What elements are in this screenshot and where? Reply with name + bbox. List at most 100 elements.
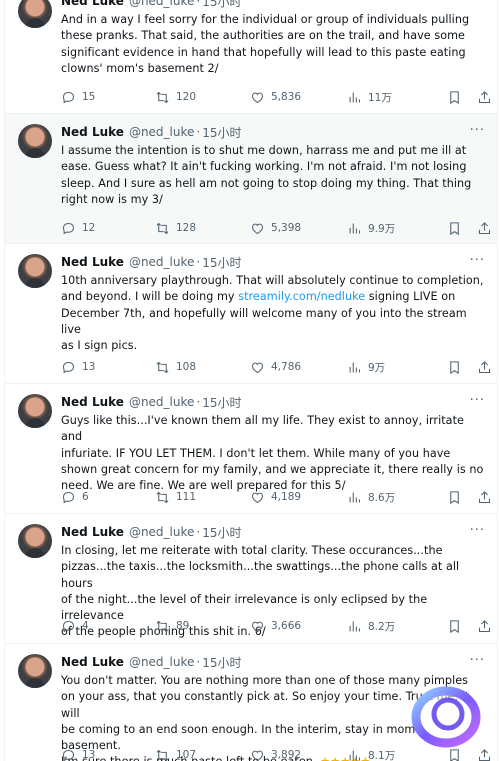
views-button[interactable]: 11万: [347, 90, 447, 105]
author-handle[interactable]: @ned_luke: [129, 255, 194, 269]
timestamp[interactable]: 15小时: [202, 0, 241, 10]
tweet-actions: 12 128 5,398 9.9万: [61, 219, 493, 237]
avatar[interactable]: [18, 124, 52, 158]
tweet-header: Ned Luke @ned_luke · 15小时: [61, 393, 242, 411]
author-handle[interactable]: @ned_luke: [129, 525, 194, 539]
timestamp[interactable]: 15小时: [202, 254, 241, 271]
views-button[interactable]: 8.2万: [347, 619, 447, 634]
bookmark-button[interactable]: [447, 619, 477, 634]
author-name[interactable]: Ned Luke: [61, 255, 124, 269]
more-icon[interactable]: ···: [470, 523, 485, 538]
heart-icon: [251, 362, 264, 373]
avatar[interactable]: [18, 524, 52, 558]
tweet[interactable]: Ned Luke @ned_luke · 15小时 ··· I assume t…: [5, 114, 497, 244]
author-handle[interactable]: @ned_luke: [129, 0, 194, 8]
reply-button[interactable]: 4: [61, 619, 155, 634]
like-button[interactable]: 3,666: [250, 619, 347, 634]
like-button[interactable]: 3,892: [250, 748, 347, 761]
author-name[interactable]: Ned Luke: [61, 0, 124, 8]
reply-button[interactable]: 13: [61, 748, 155, 761]
reply-button[interactable]: 6: [61, 490, 155, 505]
reply-icon: [62, 749, 75, 761]
more-icon[interactable]: ···: [470, 253, 485, 268]
timestamp[interactable]: 15小时: [202, 524, 241, 541]
bookmark-button[interactable]: [447, 360, 477, 375]
avatar[interactable]: [18, 0, 52, 28]
retweet-button[interactable]: 128: [155, 221, 250, 236]
share-button[interactable]: [477, 490, 493, 505]
avatar[interactable]: [18, 394, 52, 428]
author-name[interactable]: Ned Luke: [61, 525, 124, 539]
views-icon: [349, 750, 361, 760]
tweet[interactable]: Ned Luke @ned_luke · 15小时 ··· And in a w…: [5, 0, 497, 114]
author-handle[interactable]: @ned_luke: [129, 655, 194, 669]
author-name[interactable]: Ned Luke: [61, 125, 124, 139]
share-icon: [478, 221, 491, 234]
streamily-link[interactable]: streamily.com/nedluke: [238, 290, 365, 303]
reply-button[interactable]: 15: [61, 90, 155, 105]
share-icon: [478, 490, 491, 503]
heart-icon: [251, 750, 264, 761]
tweet-header: Ned Luke @ned_luke · 15小时: [61, 653, 242, 671]
floating-logo-icon[interactable]: [404, 683, 486, 751]
like-count: 5,398: [271, 222, 302, 234]
tweet[interactable]: Ned Luke @ned_luke · 15小时 ··· In closing…: [5, 514, 497, 644]
share-button[interactable]: [477, 90, 493, 105]
separator-dot: ·: [196, 0, 201, 8]
views-button[interactable]: 8.6万: [347, 490, 447, 505]
views-icon: [349, 92, 361, 102]
author-name[interactable]: Ned Luke: [61, 655, 124, 669]
timeline-feed: Ned Luke @ned_luke · 15小时 ··· And in a w…: [4, 0, 498, 761]
share-button[interactable]: [477, 221, 493, 236]
timestamp[interactable]: 15小时: [202, 394, 241, 411]
more-icon[interactable]: ···: [470, 393, 485, 408]
retweet-count: 111: [176, 491, 197, 503]
bookmark-button[interactable]: [447, 221, 477, 236]
more-icon[interactable]: ···: [470, 0, 485, 7]
tweet-actions: 6 111 4,189 8.6万: [61, 488, 493, 506]
retweet-count: 89: [176, 620, 190, 632]
more-icon[interactable]: ···: [470, 123, 485, 138]
retweet-count: 120: [176, 91, 197, 103]
retweet-icon: [156, 620, 169, 632]
tweet-header: Ned Luke @ned_luke · 15小时: [61, 0, 242, 10]
timestamp[interactable]: 15小时: [202, 124, 241, 141]
like-button[interactable]: 5,398: [250, 221, 347, 236]
reply-count: 4: [82, 620, 89, 632]
retweet-button[interactable]: 120: [155, 90, 250, 105]
timestamp[interactable]: 15小时: [202, 654, 241, 671]
more-icon[interactable]: ···: [470, 653, 485, 668]
like-button[interactable]: 4,189: [250, 490, 347, 505]
reply-count: 13: [82, 361, 96, 373]
reply-count: 6: [82, 491, 89, 503]
retweet-icon: [156, 749, 169, 761]
tweet[interactable]: Ned Luke @ned_luke · 15小时 ··· Guys like …: [5, 384, 497, 514]
bookmark-button[interactable]: [447, 90, 477, 105]
reply-button[interactable]: 12: [61, 221, 155, 236]
retweet-button[interactable]: 89: [155, 619, 250, 634]
views-icon: [349, 223, 361, 233]
retweet-button[interactable]: 111: [155, 490, 250, 505]
avatar[interactable]: [18, 254, 52, 288]
views-button[interactable]: 9.9万: [347, 221, 447, 236]
view-count: 8.6万: [368, 491, 396, 504]
like-button[interactable]: 5,836: [250, 90, 347, 105]
bookmark-button[interactable]: [447, 490, 477, 505]
avatar[interactable]: [18, 654, 52, 688]
tweet[interactable]: Ned Luke @ned_luke · 15小时 ··· 10th anniv…: [5, 244, 497, 384]
views-button[interactable]: 9万: [347, 360, 447, 375]
share-icon: [478, 619, 491, 632]
retweet-icon: [156, 361, 169, 373]
retweet-button[interactable]: 108: [155, 360, 250, 375]
share-button[interactable]: [477, 360, 493, 375]
retweet-button[interactable]: 107: [155, 748, 250, 761]
author-handle[interactable]: @ned_luke: [129, 395, 194, 409]
share-button[interactable]: [477, 619, 493, 634]
author-handle[interactable]: @ned_luke: [129, 125, 194, 139]
author-name[interactable]: Ned Luke: [61, 395, 124, 409]
separator-dot: ·: [196, 655, 201, 669]
tweet-actions: 15 120 5,836 11万: [61, 88, 493, 106]
reply-icon: [62, 222, 75, 234]
like-button[interactable]: 4,786: [250, 360, 347, 375]
reply-button[interactable]: 13: [61, 360, 155, 375]
